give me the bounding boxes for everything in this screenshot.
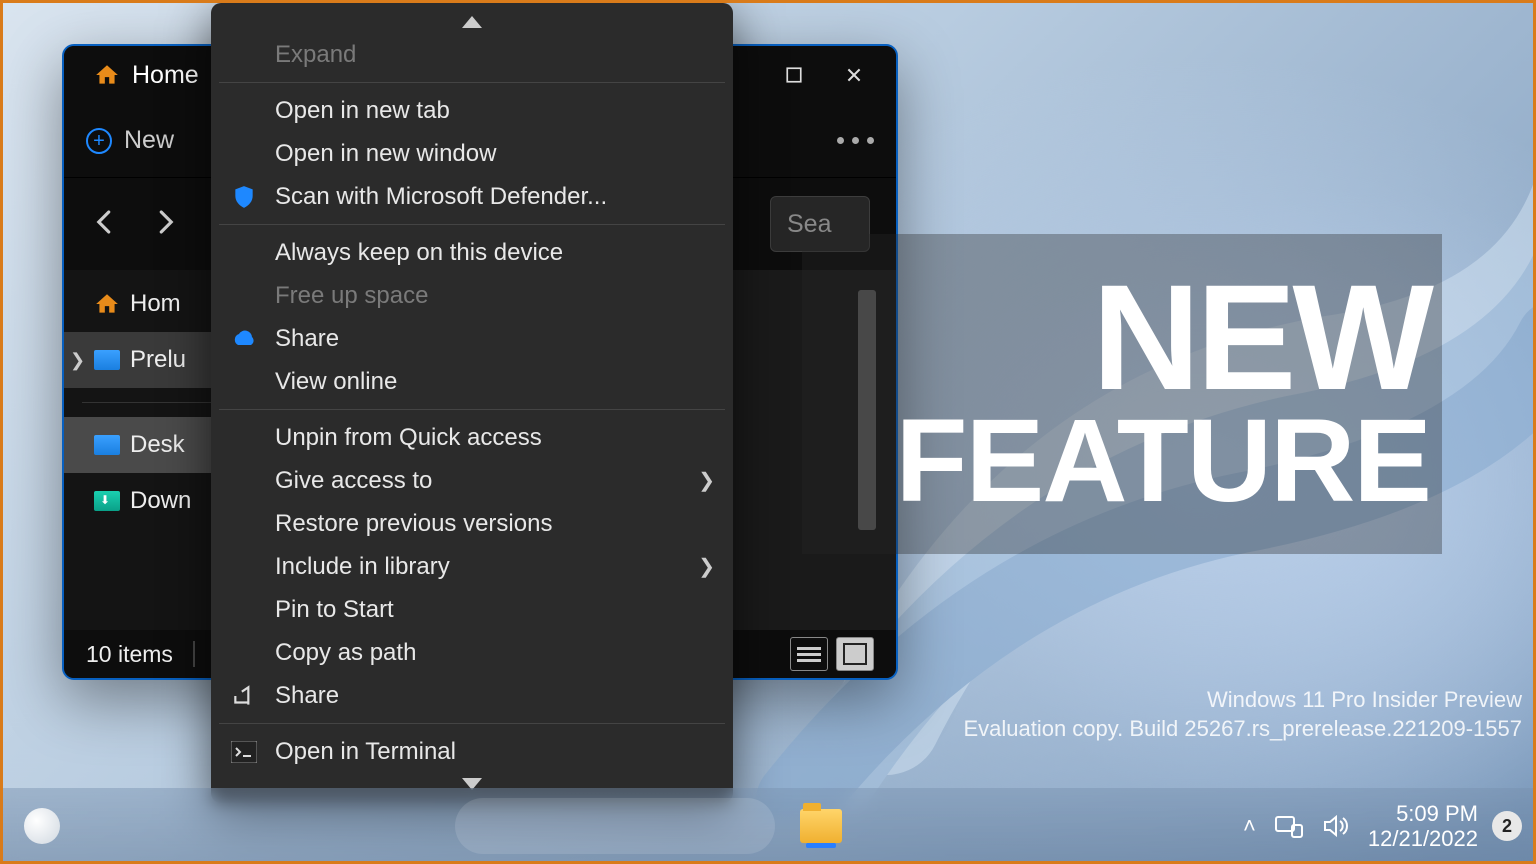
taskbar: ˄ 5:09 PM 12/21/2022 2 <box>0 788 1536 864</box>
clock[interactable]: 5:09 PM 12/21/2022 2 <box>1368 801 1522 852</box>
taskbar-file-explorer[interactable] <box>793 798 849 854</box>
context-menu: Expand Open in new tab Open in new windo… <box>211 3 733 803</box>
tab-home[interactable]: Home <box>94 61 199 90</box>
list-view-button[interactable] <box>790 637 828 671</box>
ctx-unpin-quick-access[interactable]: Unpin from Quick access <box>211 416 733 459</box>
folder-icon <box>94 435 120 455</box>
downloads-folder-icon <box>94 491 120 511</box>
terminal-icon <box>229 741 259 763</box>
item-count: 10 items <box>86 641 173 668</box>
shield-icon <box>229 184 259 210</box>
new-button[interactable]: + New <box>86 126 174 155</box>
promo-line-2: FEATURE <box>896 405 1430 517</box>
scroll-up-arrow[interactable] <box>211 11 733 33</box>
more-button[interactable] <box>837 137 874 144</box>
ctx-open-terminal[interactable]: Open in Terminal <box>211 730 733 773</box>
tray-overflow-button[interactable]: ˄ <box>1243 813 1256 839</box>
forward-button[interactable] <box>150 207 180 242</box>
network-icon[interactable] <box>1274 813 1304 839</box>
ctx-share[interactable]: Share <box>211 674 733 717</box>
chevron-right-icon: ❯ <box>698 468 715 493</box>
plus-icon: + <box>86 128 112 154</box>
close-button[interactable] <box>824 53 884 97</box>
promo-overlay: NEW FEATURE <box>802 234 1442 554</box>
notification-badge[interactable]: 2 <box>1492 811 1522 841</box>
ctx-open-new-window[interactable]: Open in new window <box>211 132 733 175</box>
volume-icon[interactable] <box>1322 813 1350 839</box>
ctx-keep-on-device[interactable]: Always keep on this device <box>211 231 733 274</box>
time: 5:09 PM <box>1368 801 1478 826</box>
onedrive-icon <box>229 329 259 349</box>
ctx-copy-as-path[interactable]: Copy as path <box>211 631 733 674</box>
ctx-free-up-space: Free up space <box>211 274 733 317</box>
ctx-restore-previous[interactable]: Restore previous versions <box>211 502 733 545</box>
details-view-button[interactable] <box>836 637 874 671</box>
home-icon <box>94 291 120 317</box>
maximize-button[interactable] <box>764 53 824 97</box>
promo-line-1: NEW <box>1092 270 1430 405</box>
chevron-right-icon: ❯ <box>70 350 85 371</box>
ctx-open-new-tab[interactable]: Open in new tab <box>211 89 733 132</box>
chevron-right-icon: ❯ <box>698 554 715 579</box>
system-tray: ˄ 5:09 PM 12/21/2022 2 <box>1243 801 1522 852</box>
date: 12/21/2022 <box>1368 826 1478 851</box>
ctx-expand: Expand <box>211 33 733 76</box>
folder-icon <box>800 809 842 843</box>
tab-title: Home <box>132 61 199 90</box>
ctx-view-online[interactable]: View online <box>211 360 733 403</box>
share-icon <box>229 683 259 709</box>
folder-icon <box>94 350 120 370</box>
ctx-scan-defender[interactable]: Scan with Microsoft Defender... <box>211 175 733 218</box>
ctx-pin-to-start[interactable]: Pin to Start <box>211 588 733 631</box>
ctx-share-cloud[interactable]: Share <box>211 317 733 360</box>
taskbar-search[interactable] <box>455 798 775 854</box>
ctx-include-library[interactable]: Include in library❯ <box>211 545 733 588</box>
weather-widget[interactable] <box>24 808 60 844</box>
desktop-watermark: Windows 11 Pro Insider Preview Evaluatio… <box>963 685 1522 744</box>
home-icon <box>94 62 120 88</box>
ctx-give-access-to[interactable]: Give access to❯ <box>211 459 733 502</box>
new-label: New <box>124 126 174 155</box>
back-button[interactable] <box>90 207 120 242</box>
